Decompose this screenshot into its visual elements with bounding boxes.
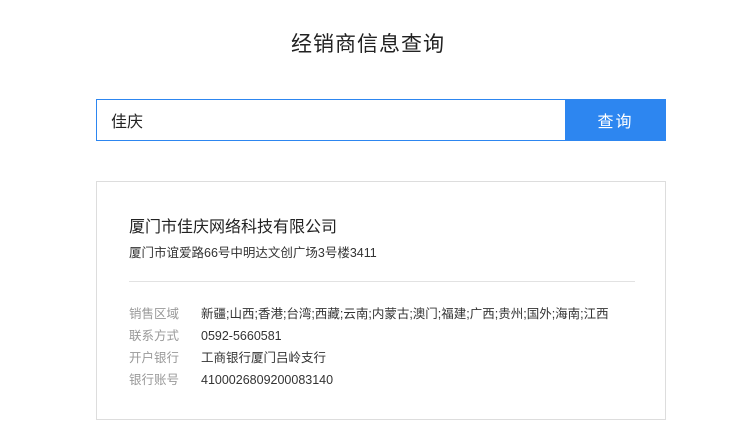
account-value: 4100026809200083140 (201, 373, 334, 387)
bank-value: 工商银行厦门吕岭支行 (201, 351, 327, 365)
search-bar: 查询 (96, 99, 666, 141)
info-row-sales-region: 销售区域 新疆;山西;香港;台湾;西藏;云南;内蒙古;澳门;福建;广西;贵州;国… (129, 303, 649, 325)
search-button[interactable]: 查询 (565, 99, 666, 141)
page-title: 经销商信息查询 (291, 33, 445, 56)
info-row-contact: 联系方式 0592-5660581 (129, 325, 649, 347)
search-input[interactable] (96, 99, 565, 141)
result-card: 厦门市佳庆网络科技有限公司 厦门市谊爱路66号中明达文创广场3号楼3411 销售… (96, 181, 666, 420)
bank-label: 开户银行 (129, 351, 180, 365)
page: 经销商信息查询 查询 厦门市佳庆网络科技有限公司 厦门市谊爱路66号中明达文创广… (0, 0, 736, 448)
info-list: 销售区域 新疆;山西;香港;台湾;西藏;云南;内蒙古;澳门;福建;广西;贵州;国… (129, 303, 649, 391)
account-label: 银行账号 (129, 373, 180, 387)
sales-region-value: 新疆;山西;香港;台湾;西藏;云南;内蒙古;澳门;福建;广西;贵州;国外;海南;… (201, 307, 609, 321)
company-address: 厦门市谊爱路66号中明达文创广场3号楼3411 (129, 246, 377, 260)
contact-value: 0592-5660581 (201, 329, 282, 343)
info-row-account: 银行账号 4100026809200083140 (129, 369, 649, 391)
sales-region-label: 销售区域 (129, 307, 180, 321)
contact-label: 联系方式 (129, 329, 180, 343)
divider (129, 281, 635, 282)
company-name: 厦门市佳庆网络科技有限公司 (129, 219, 338, 236)
info-row-bank: 开户银行 工商银行厦门吕岭支行 (129, 347, 649, 369)
